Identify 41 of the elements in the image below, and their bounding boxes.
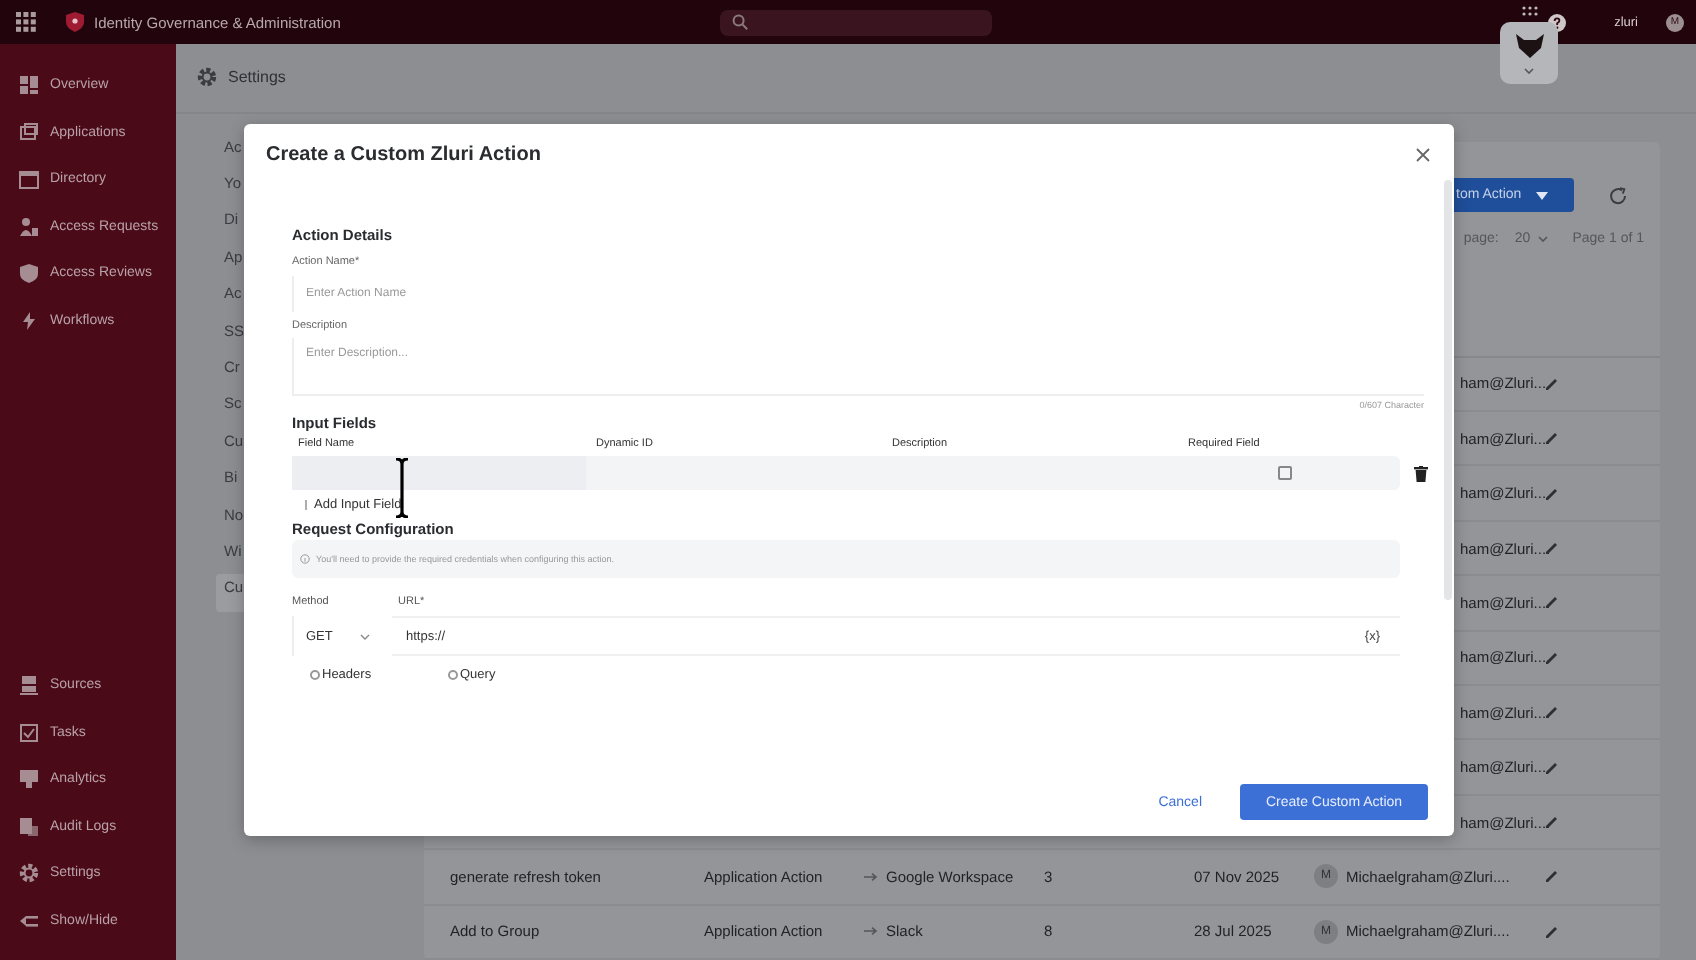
close-button[interactable] [1412,143,1434,165]
link-arrow-icon [864,926,880,937]
chevron-down-icon [1524,67,1534,73]
refresh-icon [1608,185,1628,206]
edit-icon [1544,759,1560,776]
settings-icon [18,862,40,885]
dots-grid-icon [1522,6,1538,18]
shield-logo-icon [66,12,84,32]
apps-grid-icon [16,12,36,32]
checkbox[interactable] [1278,466,1292,480]
link-arrow-icon [864,871,880,882]
checklist-icon [18,721,40,744]
person-icon [18,215,40,238]
shield-icon [18,262,40,285]
lightning-icon [18,309,40,332]
edit-icon [1544,485,1560,502]
caret-icon [1535,191,1548,200]
edit-icon [1544,923,1560,940]
monitor-icon [18,768,40,791]
calendar-icon [18,168,40,191]
search-icon [732,14,748,30]
trash-icon [1414,465,1428,481]
page-title: Settings [228,68,286,87]
fox-icon [1515,33,1543,57]
window-icon [18,121,40,144]
chevron-down-icon [1538,236,1549,243]
grid-icon [18,74,40,97]
server-icon [18,674,40,697]
edit-icon [1544,375,1560,392]
info-icon [300,554,310,564]
edit-icon [1544,868,1560,885]
document-icon [18,815,40,838]
edit-icon [1544,649,1560,666]
input-field[interactable] [292,456,586,490]
dialog-title: Create a Custom Zluri Action [266,143,541,165]
scrollbar[interactable] [1444,180,1452,600]
extension-widget[interactable] [1500,22,1558,84]
chevron-down-icon [360,633,370,639]
settings-icon [196,66,218,89]
search-field[interactable] [720,9,992,35]
close-icon [1416,147,1430,161]
